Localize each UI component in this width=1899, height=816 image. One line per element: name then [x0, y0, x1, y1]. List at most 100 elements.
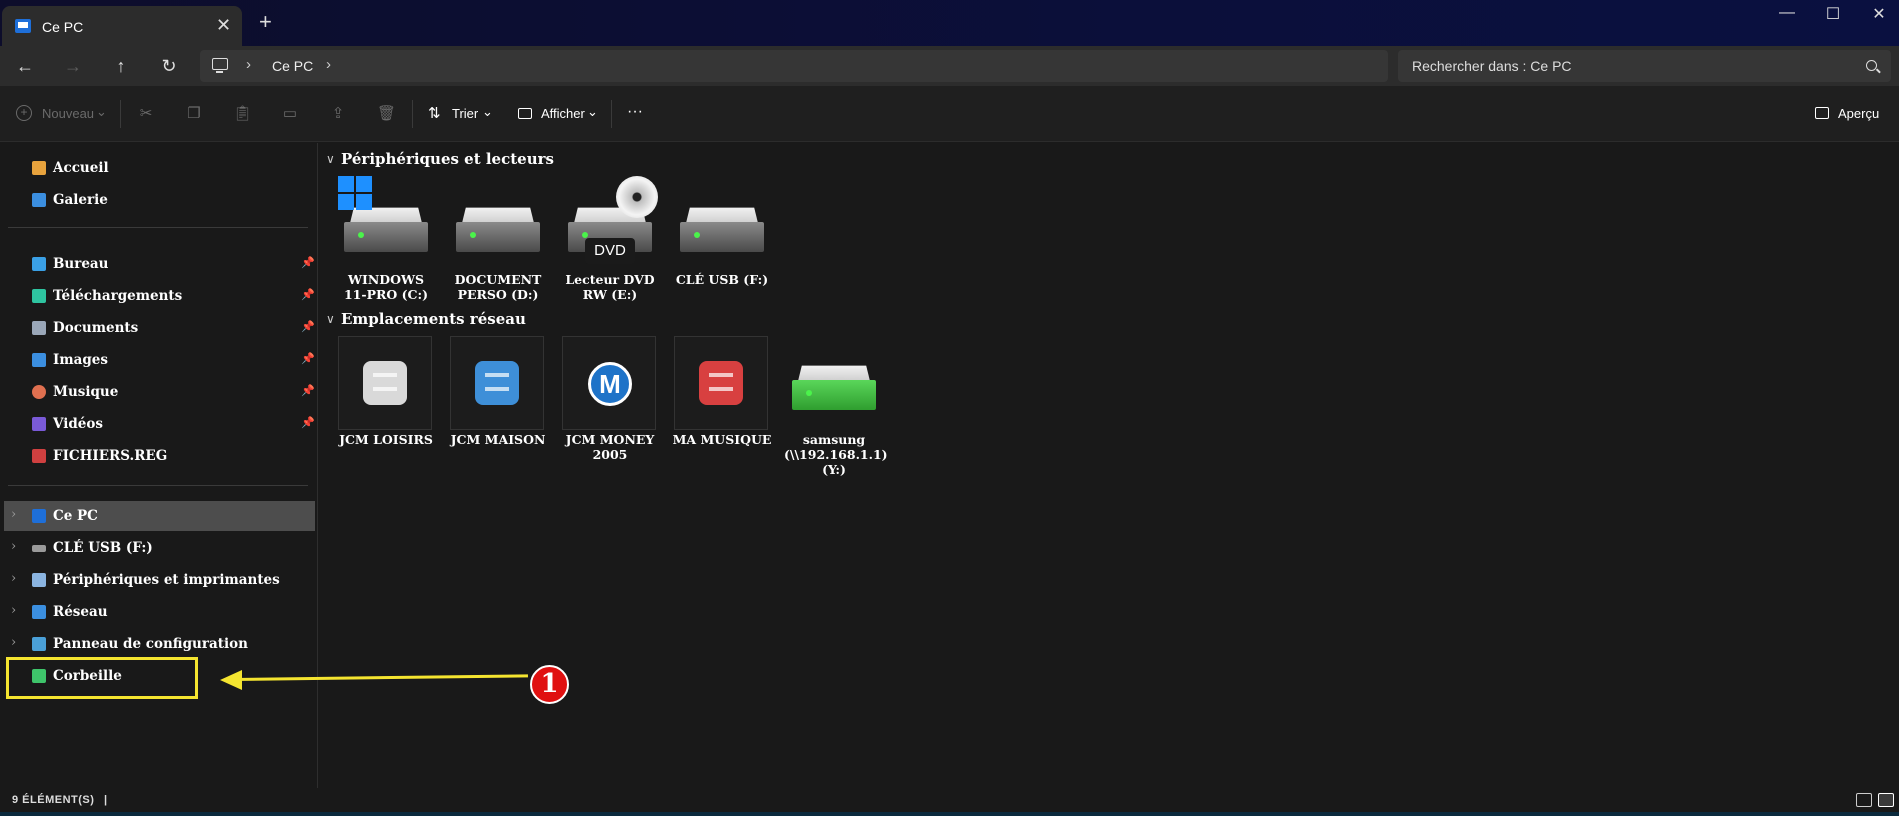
sidebar-item-ce-pc[interactable]: › Ce PC	[4, 501, 315, 531]
collapse-chevron-icon[interactable]: ∨	[326, 152, 335, 166]
details-view-icon[interactable]	[1856, 793, 1872, 807]
back-button[interactable]: ←	[12, 54, 38, 78]
sidebar-item-documents[interactable]: Documents 📌	[0, 313, 316, 343]
network-tile	[338, 336, 432, 430]
control-panel-icon	[32, 637, 46, 651]
new-dropdown-icon[interactable]: ⌄	[96, 104, 107, 120]
search-input[interactable]: Rechercher dans : Ce PC	[1398, 50, 1891, 82]
drive-label: 11-PRO (C:)	[343, 287, 428, 302]
expand-chevron-icon[interactable]: ›	[11, 635, 16, 650]
cut-icon[interactable]: ✂	[137, 104, 155, 122]
drive-label: CLÉ USB (F:)	[675, 272, 769, 287]
minimize-button[interactable]: —	[1772, 4, 1802, 22]
expand-chevron-icon[interactable]: ›	[11, 603, 16, 618]
sidebar-item-fichiers-reg[interactable]: FICHIERS.REG	[0, 441, 316, 471]
view-button[interactable]: Afficher	[541, 106, 585, 121]
preview-button[interactable]: Aperçu	[1838, 106, 1879, 121]
sidebar-item-label: Téléchargements	[53, 288, 183, 304]
drive-label: DOCUMENT	[454, 272, 542, 287]
drive-e[interactable]: DVD Lecteur DVD RW (E:)	[560, 176, 660, 306]
drive-c[interactable]: WINDOWS 11-PRO (C:)	[336, 176, 436, 306]
sidebar-item-accueil[interactable]: Accueil	[0, 153, 316, 183]
drive-label: PERSO (D:)	[457, 287, 539, 302]
tab-ce-pc[interactable]: Ce PC ✕	[2, 6, 242, 46]
close-window-button[interactable]: ✕	[1864, 4, 1894, 24]
new-tab-button[interactable]: +	[259, 9, 272, 35]
collapse-chevron-icon[interactable]: ∨	[326, 312, 335, 326]
sidebar-item-peripheriques[interactable]: › Périphériques et imprimantes	[0, 565, 316, 595]
more-options-button[interactable]: ···	[627, 103, 643, 121]
sort-dropdown-icon[interactable]: ⌄	[482, 104, 493, 120]
network-label: 2005	[592, 447, 628, 462]
drive-f[interactable]: CLÉ USB (F:)	[672, 176, 772, 306]
network-jcm-maison[interactable]: JCM MAISON	[448, 336, 548, 486]
sidebar-item-reseau[interactable]: › Réseau	[0, 597, 316, 627]
new-button[interactable]: Nouveau	[42, 106, 94, 121]
taskbar-strip	[0, 812, 1899, 816]
sidebar-item-cle-usb[interactable]: › CLÉ USB (F:)	[0, 533, 316, 563]
search-icon[interactable]	[1866, 60, 1877, 71]
drive-label: RW (E:)	[582, 287, 638, 302]
view-dropdown-icon[interactable]: ⌄	[587, 104, 598, 120]
sidebar-item-images[interactable]: Images 📌	[0, 345, 316, 375]
breadcrumb-chevron-icon[interactable]: ›	[326, 56, 331, 73]
pin-icon[interactable]: 📌	[301, 416, 315, 429]
pin-icon[interactable]: 📌	[301, 256, 315, 269]
pin-icon[interactable]: 📌	[301, 352, 315, 365]
windows-logo-icon	[338, 176, 372, 210]
sidebar-item-videos[interactable]: Vidéos 📌	[0, 409, 316, 439]
pin-icon[interactable]: 📌	[301, 384, 315, 397]
sidebar-item-galerie[interactable]: Galerie	[0, 185, 316, 215]
breadcrumb-chevron-icon[interactable]: ›	[246, 56, 251, 73]
network-icon	[32, 605, 46, 619]
breadcrumb-ce-pc[interactable]: Ce PC	[272, 58, 313, 74]
sidebar-item-label: Musique	[53, 384, 119, 400]
divider	[412, 100, 413, 128]
up-button[interactable]: ↑	[108, 54, 134, 78]
sort-button[interactable]: Trier	[452, 106, 478, 121]
refresh-button[interactable]: ↻	[156, 54, 182, 78]
section-title-network[interactable]: Emplacements réseau	[341, 310, 526, 328]
delete-icon[interactable]: 🗑︎	[377, 104, 396, 122]
sidebar-item-label: Vidéos	[53, 416, 103, 432]
network-tile: M	[562, 336, 656, 430]
copy-icon[interactable]: ❐	[185, 104, 203, 122]
cabinet-icon	[475, 361, 519, 405]
pin-icon[interactable]: 📌	[301, 320, 315, 333]
divider	[611, 100, 612, 128]
paste-icon[interactable]: 📋︎	[233, 104, 252, 122]
forward-button[interactable]: →	[60, 54, 86, 78]
network-drive-samsung[interactable]: samsung (\\192.168.1.1) (Y:)	[784, 336, 888, 486]
annotation-highlight-box	[6, 657, 198, 699]
sidebar-item-label: Ce PC	[53, 508, 98, 524]
section-title-devices[interactable]: Périphériques et lecteurs	[341, 150, 554, 168]
drive-d[interactable]: DOCUMENT PERSO (D:)	[448, 176, 548, 306]
sidebar-item-panneau-configuration[interactable]: › Panneau de configuration	[0, 629, 316, 659]
share-icon[interactable]: ⇪	[329, 104, 347, 122]
command-bar: + Nouveau ⌄ ✂ ❐ 📋︎ ▭ ⇪ 🗑︎ ⇅ Trier ⌄ Affi…	[0, 86, 1899, 142]
pin-icon[interactable]: 📌	[301, 288, 315, 301]
network-jcm-money[interactable]: M JCM MONEY 2005	[560, 336, 660, 486]
close-tab-icon[interactable]: ✕	[216, 15, 231, 36]
network-label: (Y:)	[822, 462, 846, 477]
network-ma-musique[interactable]: MA MUSIQUE	[672, 336, 772, 486]
expand-chevron-icon[interactable]: ›	[11, 507, 16, 522]
expand-chevron-icon[interactable]: ›	[11, 571, 16, 586]
search-placeholder: Rechercher dans : Ce PC	[1412, 58, 1572, 74]
sidebar-item-musique[interactable]: Musique 📌	[0, 377, 316, 407]
network-jcm-loisirs[interactable]: JCM LOISIRS	[336, 336, 436, 486]
sidebar-item-telechargements[interactable]: Téléchargements 📌	[0, 281, 316, 311]
network-tile	[450, 336, 544, 430]
network-label: (\\192.168.1.1)	[784, 447, 888, 462]
sort-icon: ⇅	[428, 105, 441, 122]
this-pc-icon	[15, 19, 31, 33]
large-icons-view-icon[interactable]	[1878, 793, 1894, 807]
sidebar-item-bureau[interactable]: Bureau 📌	[0, 249, 316, 279]
music-icon	[32, 385, 46, 399]
download-icon	[32, 289, 46, 303]
maximize-button[interactable]: ☐	[1818, 4, 1848, 24]
rename-icon[interactable]: ▭	[281, 104, 299, 122]
folder-icon	[32, 449, 46, 463]
address-bar[interactable]: › Ce PC ›	[200, 50, 1388, 82]
expand-chevron-icon[interactable]: ›	[11, 539, 16, 554]
